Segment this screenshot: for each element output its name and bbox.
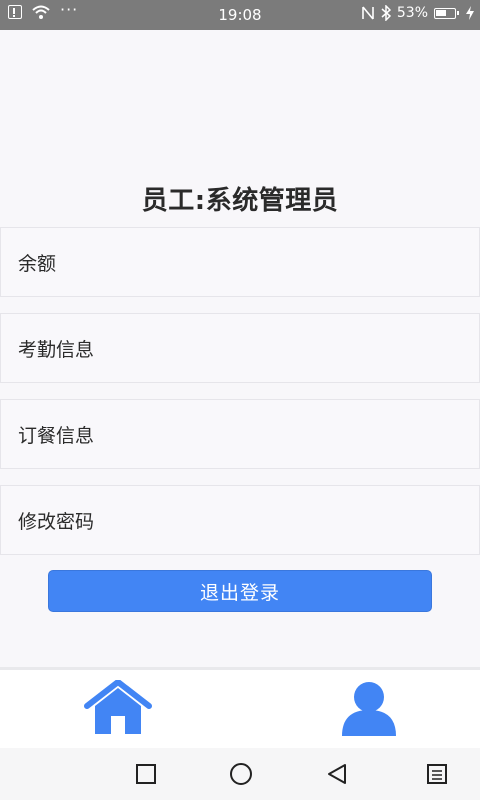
menu-item-label: 修改密码	[18, 510, 95, 533]
triangle-back-icon[interactable]	[325, 762, 349, 786]
menu-item-change-password[interactable]: 修改密码	[0, 485, 480, 555]
menu-item-label: 订餐信息	[18, 424, 95, 447]
status-bar: ··· 19:08 53%	[0, 0, 480, 30]
battery-percent: 53%	[396, 5, 428, 21]
menu-icon[interactable]	[425, 762, 449, 786]
menu-item-meal-orders[interactable]: 订餐信息	[0, 399, 480, 469]
status-right-icons: 53%	[361, 5, 474, 21]
menu-item-label: 余额	[18, 252, 57, 275]
system-nav-bar	[0, 748, 480, 800]
square-recents-icon[interactable]	[134, 762, 158, 786]
circle-home-icon[interactable]	[229, 762, 253, 786]
home-icon	[84, 679, 152, 734]
tab-user[interactable]	[334, 680, 404, 744]
menu-item-balance[interactable]: 余额	[0, 227, 480, 297]
logout-button[interactable]: 退出登录	[48, 570, 432, 612]
menu-item-attendance[interactable]: 考勤信息	[0, 313, 480, 383]
charging-icon	[466, 6, 474, 20]
nfc-icon	[362, 6, 374, 20]
page-title: 员工:系统管理员	[141, 186, 339, 216]
user-icon	[342, 682, 396, 736]
bluetooth-icon	[381, 5, 391, 21]
tab-home[interactable]	[83, 679, 153, 744]
menu-item-label: 考勤信息	[18, 338, 95, 361]
battery-icon	[434, 7, 459, 19]
bottom-tab-bar	[0, 667, 480, 748]
